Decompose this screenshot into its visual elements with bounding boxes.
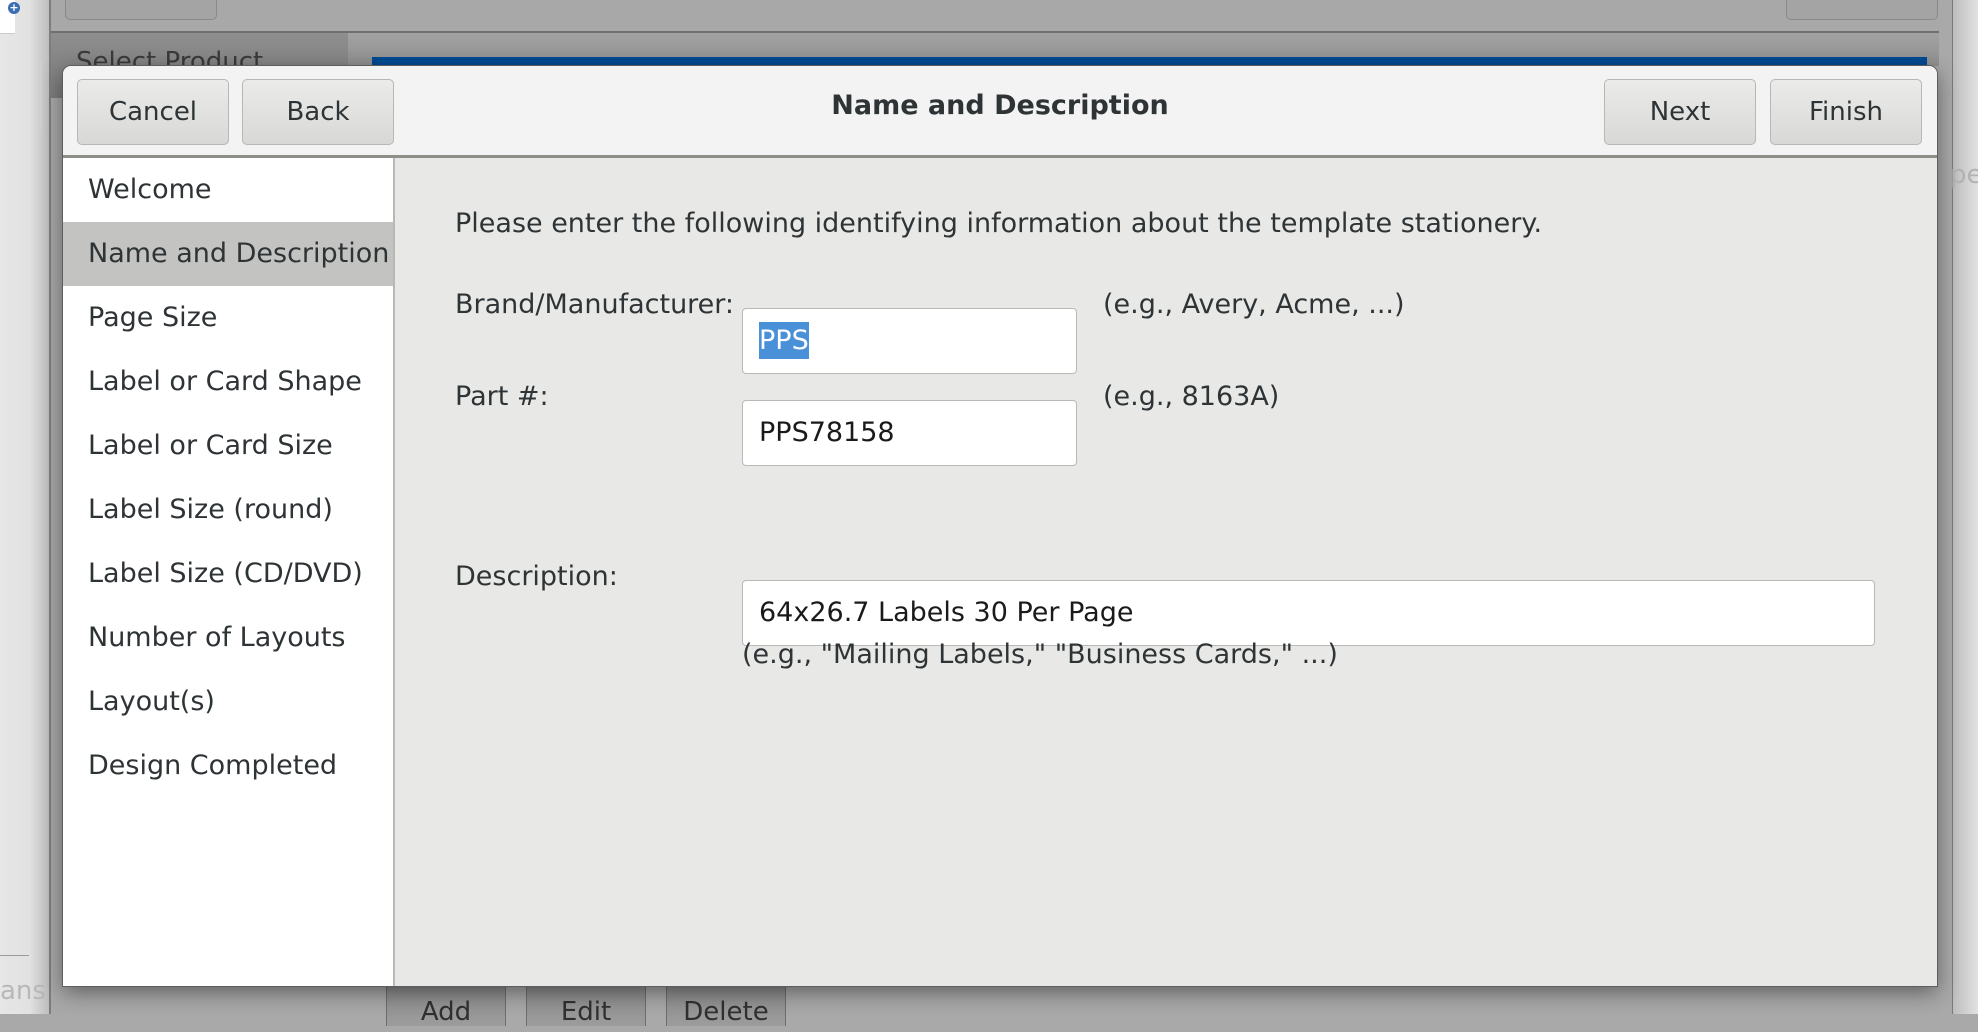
finish-button[interactable]: Finish — [1770, 79, 1922, 145]
step-label-size-cd-dvd: Label Size (CD/DVD) — [88, 558, 363, 589]
description-input[interactable]: 64x26.7 Labels 30 Per Page — [742, 580, 1875, 646]
background-add-button: Add — [386, 986, 506, 1027]
intro-text: Please enter the following identifying i… — [455, 208, 1543, 239]
background-divider — [40, 62, 42, 130]
description-hint: (e.g., "Mailing Labels," "Business Cards… — [742, 639, 1338, 670]
step-label-or-card-size: Label or Card Size — [88, 430, 333, 461]
part-number-input[interactable]: PPS78158 — [742, 400, 1077, 466]
background-partial-text: pe — [1950, 160, 1978, 190]
add-icon: + — [8, 1, 20, 14]
part-hint: (e.g., 8163A) — [1103, 381, 1280, 412]
description-label: Description: — [455, 561, 618, 592]
step-design-completed: Design Completed — [88, 750, 338, 781]
steps-sidebar: Welcome Name and Description Page Size L… — [63, 158, 395, 986]
background-window-right — [1952, 0, 1978, 1014]
template-designer-dialog: Cancel Back Name and Description Next Fi… — [63, 66, 1937, 986]
brand-hint: (e.g., Avery, Acme, ...) — [1103, 289, 1405, 320]
step-number-of-layouts: Number of Layouts — [88, 622, 346, 653]
page-content: Please enter the following identifying i… — [395, 158, 1937, 986]
background-divider — [0, 955, 29, 956]
background-window-left: + ans — [0, 0, 49, 1014]
background-partial-text: ans — [0, 976, 46, 1006]
background-toolbar-button — [65, 0, 217, 20]
brand-label: Brand/Manufacturer: — [455, 289, 735, 320]
step-label-or-card-shape: Label or Card Shape — [88, 366, 362, 397]
next-button[interactable]: Next — [1604, 79, 1756, 145]
step-layouts: Layout(s) — [88, 686, 215, 717]
background-delete-button: Delete — [666, 986, 786, 1027]
step-page-size: Page Size — [88, 302, 218, 333]
step-name-and-description: Name and Description — [63, 222, 393, 286]
background-toolbar-button — [1786, 0, 1938, 20]
part-label: Part #: — [455, 381, 549, 412]
background-edit-button: Edit — [526, 986, 646, 1027]
brand-input-selected-text: PPS — [759, 322, 809, 359]
dialog-header: Cancel Back Name and Description Next Fi… — [63, 66, 1937, 158]
brand-input[interactable]: PPS — [742, 308, 1077, 374]
step-welcome: Welcome — [88, 174, 212, 205]
step-label-size-round: Label Size (round) — [88, 494, 333, 525]
